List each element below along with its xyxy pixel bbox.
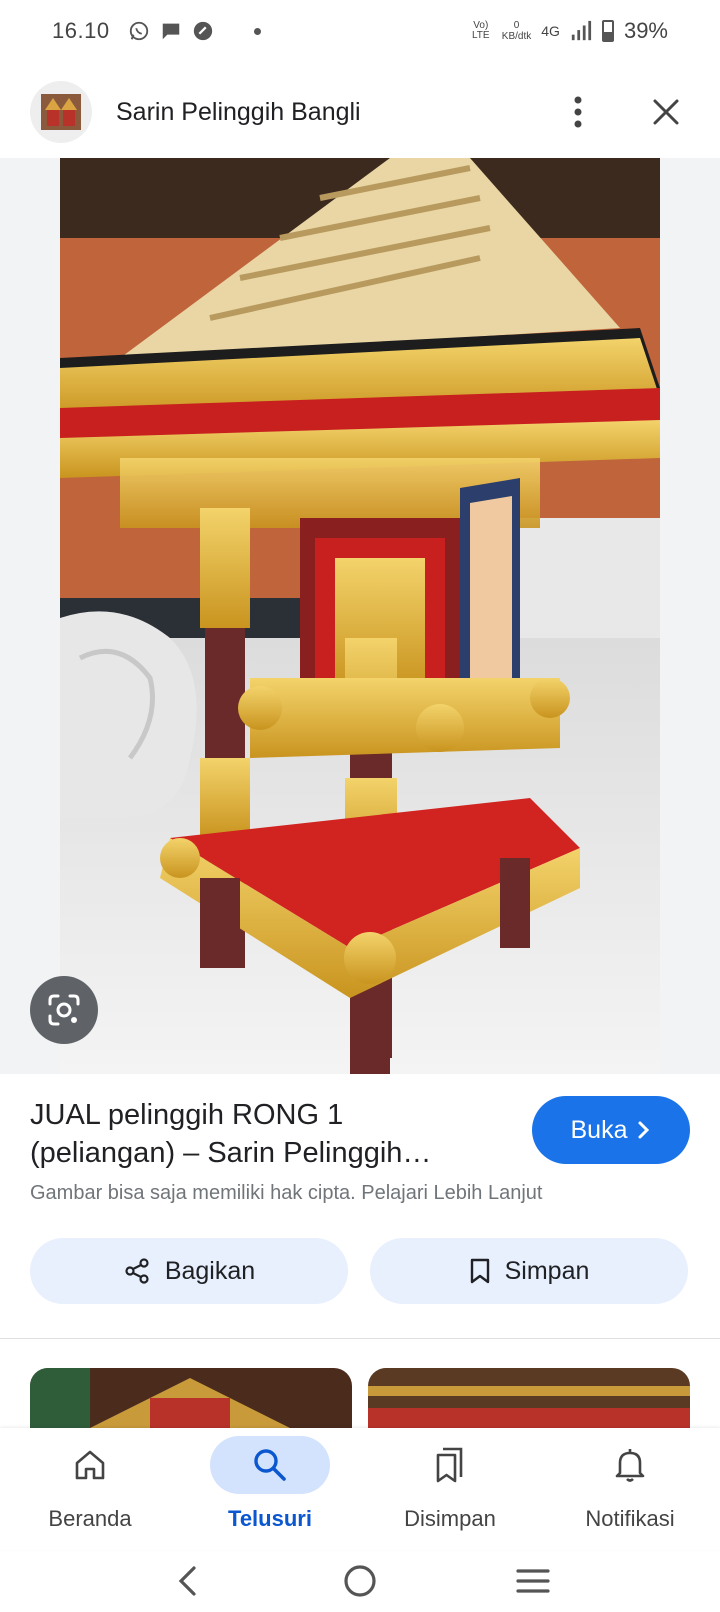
nav-item-saved[interactable]: Disimpan bbox=[360, 1428, 540, 1550]
app-notification-icon bbox=[193, 21, 212, 41]
nav-item-notifications[interactable]: Notifikasi bbox=[540, 1428, 720, 1550]
chevron-right-icon bbox=[638, 1121, 650, 1139]
nav-label-notifications: Notifikasi bbox=[585, 1506, 675, 1531]
nav-label-saved: Disimpan bbox=[404, 1506, 496, 1531]
system-home-button[interactable] bbox=[336, 1557, 384, 1605]
share-button[interactable]: Bagikan bbox=[30, 1238, 348, 1304]
volte-label: Vo) LTE bbox=[471, 20, 490, 41]
section-divider bbox=[0, 1338, 720, 1339]
share-label: Bagikan bbox=[164, 1256, 256, 1285]
more-vert-icon bbox=[574, 96, 582, 128]
google-lens-button[interactable] bbox=[30, 976, 98, 1044]
nav-icon-container bbox=[390, 1436, 510, 1494]
whatsapp-icon bbox=[129, 21, 148, 41]
open-button[interactable]: Buka bbox=[532, 1096, 690, 1164]
battery-icon bbox=[601, 20, 614, 42]
related-result-thumbnail[interactable] bbox=[30, 1368, 352, 1428]
data-speed-value: 0 bbox=[513, 20, 520, 31]
related-result-thumbnail[interactable] bbox=[368, 1368, 690, 1428]
save-button[interactable]: Simpan bbox=[370, 1238, 688, 1304]
search-icon bbox=[254, 1449, 286, 1481]
more-options-button[interactable] bbox=[554, 88, 602, 136]
shrine-photo bbox=[60, 158, 660, 1074]
related-image bbox=[30, 1368, 352, 1428]
nav-label-home: Beranda bbox=[48, 1506, 132, 1531]
result-image[interactable] bbox=[60, 158, 660, 1074]
status-bar: 16.10 Vo) LTE 0 KB/dtk 4G 39% bbox=[0, 0, 720, 62]
more-notifications-dot bbox=[253, 27, 261, 35]
back-chevron-icon bbox=[178, 1566, 196, 1596]
site-title[interactable]: Sarin Pelinggih Bangli bbox=[116, 98, 514, 127]
site-avatar[interactable] bbox=[30, 81, 92, 143]
recents-icon bbox=[516, 1569, 550, 1593]
copyright-notice[interactable]: Gambar bisa saja memiliki hak cipta. Pel… bbox=[30, 1182, 542, 1205]
header: Sarin Pelinggih Bangli bbox=[0, 72, 720, 152]
save-label: Simpan bbox=[504, 1256, 590, 1285]
system-back-button[interactable] bbox=[163, 1557, 211, 1605]
nav-icon-container bbox=[30, 1436, 150, 1494]
battery-percent: 39% bbox=[623, 18, 668, 43]
nav-icon-container bbox=[570, 1436, 690, 1494]
system-recents-button[interactable] bbox=[509, 1557, 557, 1605]
home-icon bbox=[75, 1450, 105, 1480]
close-icon bbox=[653, 99, 679, 125]
status-time: 16.10 bbox=[52, 18, 110, 43]
result-info: JUAL pelinggih RONG 1 (peliangan) – Sari… bbox=[0, 1074, 720, 1324]
data-speed: 0 KB/dtk bbox=[502, 20, 531, 42]
data-speed-unit: KB/dtk bbox=[501, 31, 532, 42]
close-button[interactable] bbox=[642, 88, 690, 136]
network-type: 4G bbox=[541, 23, 560, 39]
status-left: 16.10 bbox=[52, 18, 261, 44]
share-icon bbox=[125, 1258, 149, 1284]
bookmark-icon bbox=[470, 1258, 489, 1284]
system-navigation-bar bbox=[0, 1550, 720, 1612]
signal-icon bbox=[571, 20, 592, 41]
bottom-navigation: Beranda Telusuri Disimpan Notifikasi bbox=[0, 1428, 720, 1550]
collections-icon bbox=[436, 1447, 463, 1483]
bell-icon bbox=[615, 1449, 645, 1482]
nav-item-home[interactable]: Beranda bbox=[0, 1428, 180, 1550]
status-right: Vo) LTE 0 KB/dtk 4G 39% bbox=[470, 18, 668, 44]
nav-label-search: Telusuri bbox=[228, 1506, 312, 1531]
image-viewer bbox=[0, 158, 720, 1074]
nav-icon-container bbox=[210, 1436, 330, 1494]
lens-icon bbox=[48, 994, 80, 1026]
related-image bbox=[368, 1368, 690, 1428]
home-circle-icon bbox=[344, 1565, 376, 1597]
message-icon bbox=[162, 23, 179, 40]
nav-item-search[interactable]: Telusuri bbox=[180, 1428, 360, 1550]
result-title[interactable]: JUAL pelinggih RONG 1 (peliangan) – Sari… bbox=[30, 1096, 490, 1172]
site-thumbnail-icon bbox=[41, 94, 81, 130]
open-button-label: Buka bbox=[570, 1115, 628, 1144]
